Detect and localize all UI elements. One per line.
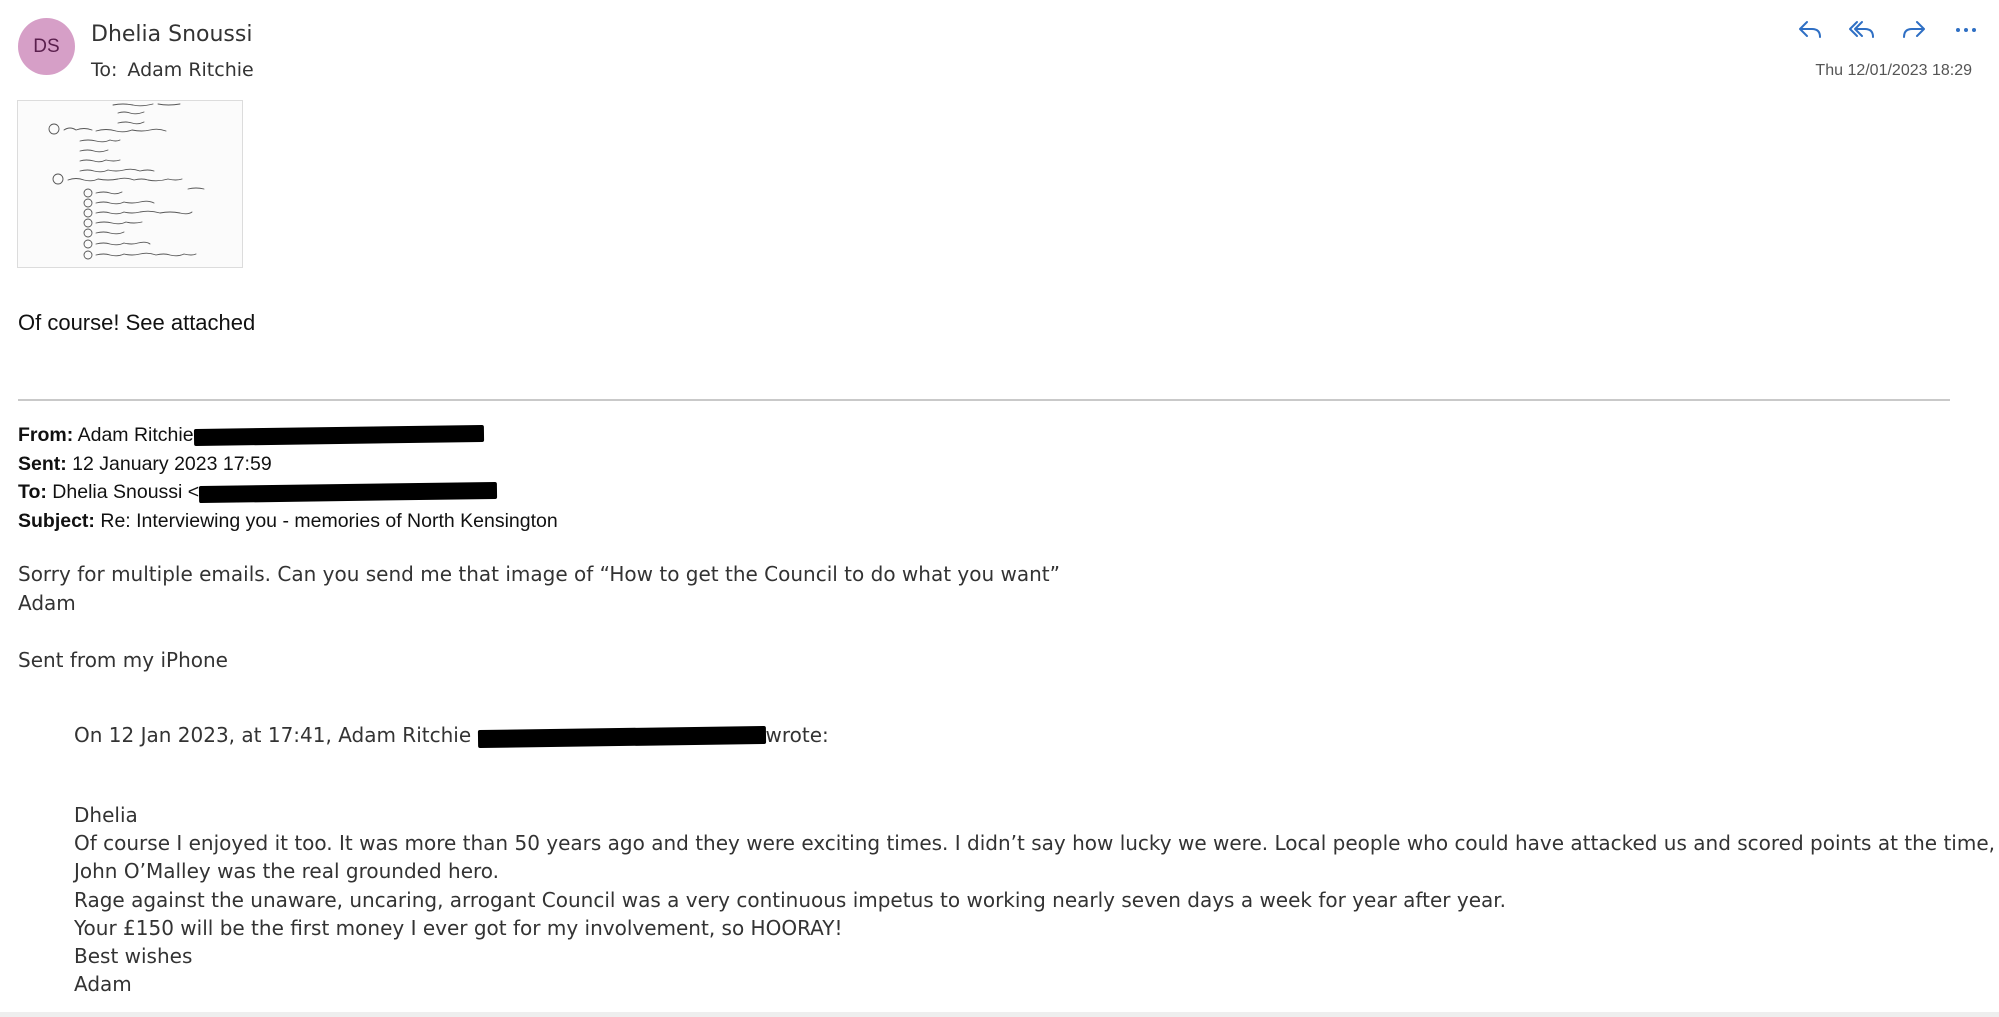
redacted-email [199,482,498,504]
quoted-body: Dhelia Of course I enjoyed it too. It wa… [74,801,1999,998]
recipient-line: To: Adam Ritchie [91,59,254,81]
message-line: Sorry for multiple emails. Can you send … [18,562,1060,586]
handwritten-notes-image [48,103,205,260]
quoted-line: Best wishes [74,944,193,969]
recipient-name[interactable]: Adam Ritchie [127,59,253,81]
divider [18,399,1950,401]
message-actions [1795,14,1981,46]
from-label: From: [18,424,74,446]
signature: Sent from my iPhone [18,647,228,672]
avatar[interactable]: DS [18,18,75,75]
from-value: Adam Ritchie [77,424,194,446]
reply-button[interactable] [1795,14,1825,46]
to-row: To: Dhelia Snoussi < [18,478,558,507]
sent-label: Sent: [18,452,67,475]
quoted-intro: On 12 Jan 2023, at 17:41, Adam Ritchie w… [74,723,829,748]
bottom-edge [0,1012,1999,1017]
sent-value: 12 January 2023 17:59 [72,452,272,475]
forward-icon [1903,21,1925,38]
to-label: To: [91,59,118,81]
subject-row: Subject: Re: Interviewing you - memories… [18,507,558,536]
message-line: Adam [18,590,76,615]
quoted-line: Of course I enjoyed it too. It was more … [74,831,1999,856]
quoted-line: Dhelia [74,803,138,827]
reply-all-icon [1849,21,1874,38]
quoted-intro-text: On 12 Jan 2023, at 17:41, Adam Ritchie [74,723,472,747]
message-body: Sorry for multiple emails. Can you send … [18,560,1060,674]
forward-button[interactable] [1899,14,1929,46]
attachment-thumbnail[interactable] [17,100,243,268]
subject-label: Subject: [18,509,95,532]
more-button[interactable] [1951,14,1981,46]
to-value: Dhelia Snoussi < [52,481,200,503]
original-message-header: From: Adam Ritchie Sent: 12 January 2023… [18,421,558,535]
quoted-line: Adam [74,972,132,997]
from-row: From: Adam Ritchie [18,421,558,450]
quoted-line: Your £150 will be the first money I ever… [74,915,843,940]
redacted-email [477,725,766,748]
reply-all-button[interactable] [1847,14,1877,46]
quoted-intro-suffix: wrote: [765,723,829,747]
subject-value: Re: Interviewing you - memories of North… [100,509,558,532]
reply-text: Of course! See attached [18,310,256,335]
redacted-email [193,425,484,447]
more-icon [1956,28,1976,32]
message-date: Thu 12/01/2023 18:29 [1815,62,1972,79]
reply-icon [1799,21,1821,38]
to-row-label: To: [18,481,47,503]
quoted-line: John O’Malley was the real grounded hero… [74,859,500,884]
sent-row: Sent: 12 January 2023 17:59 [18,450,558,479]
quoted-line: Rage against the unaware, uncaring, arro… [74,887,1506,912]
sender-name[interactable]: Dhelia Snoussi [91,22,252,47]
